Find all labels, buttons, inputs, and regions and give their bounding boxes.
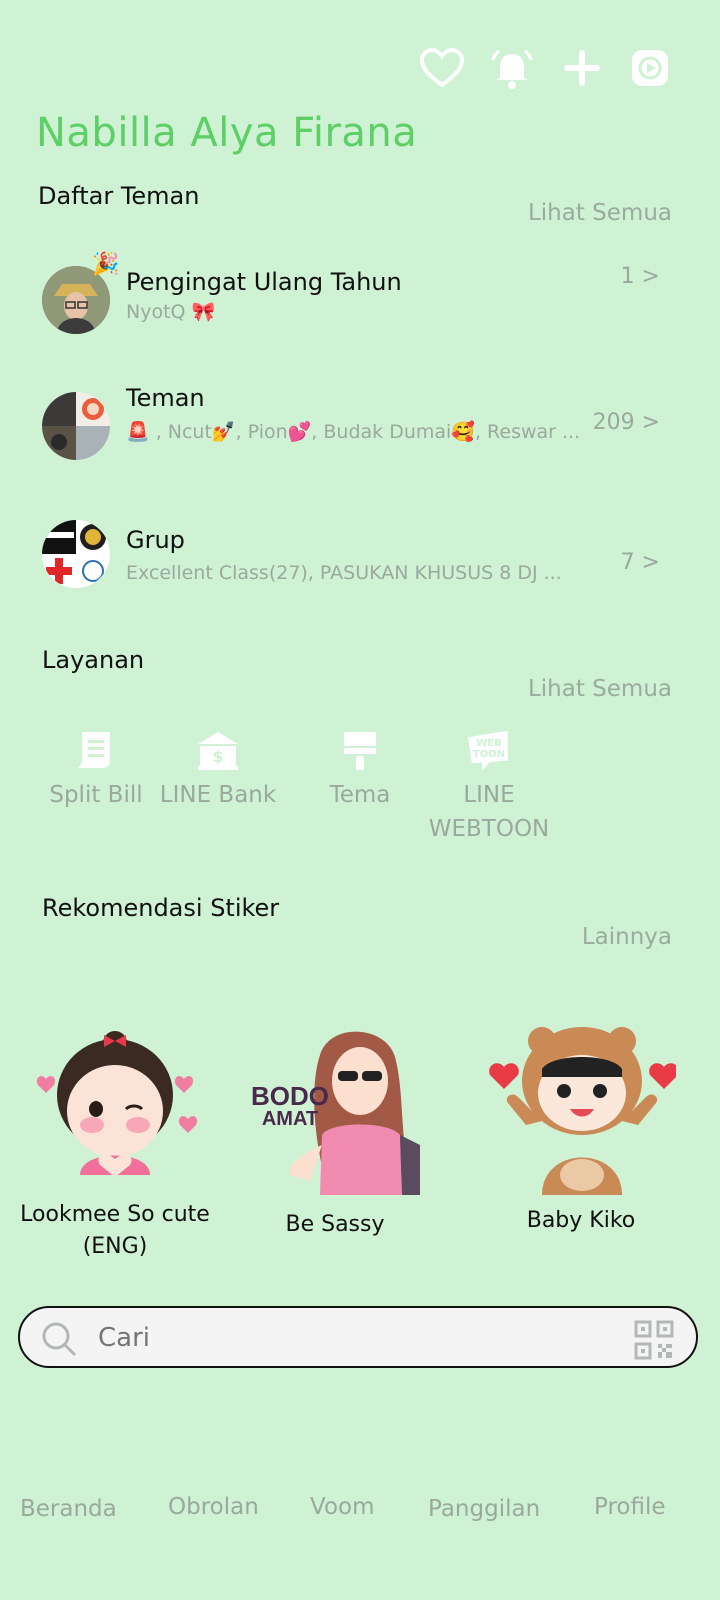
stickers-more-link[interactable]: Lainnya (582, 924, 672, 950)
service-label: Split Bill (49, 782, 143, 808)
nav-home[interactable]: Beranda (20, 1496, 117, 1522)
sticker-image (30, 1025, 200, 1195)
row-count: 209 > (592, 410, 660, 435)
row-subtitle: Excellent Class(27), PASUKAN KHUSUS 8 DJ… (126, 562, 562, 584)
sticker-image: BODO AMAT (250, 1025, 420, 1195)
svg-text:$: $ (212, 747, 223, 766)
groups-row[interactable]: Grup Excellent Class(27), PASUKAN KHUSUS… (0, 516, 720, 596)
plus-icon[interactable] (558, 44, 606, 92)
heart-icon[interactable] (418, 44, 466, 92)
svg-text:TOON: TOON (473, 749, 505, 760)
webtoon-icon: WEB TOON (463, 728, 515, 772)
line-bank-service[interactable]: $ LINE Bank (156, 728, 280, 812)
theme-service[interactable]: Tema (298, 728, 422, 812)
bank-icon: $ (196, 728, 240, 772)
friends-row[interactable]: Teman 🚨 , Ncut💅, Pion💕, Budak Dumai🥰, Re… (0, 384, 720, 464)
profile-name[interactable]: Nabilla Alya Firana (36, 110, 417, 156)
row-title: Grup (126, 526, 185, 554)
sticker-art-text: BODO (251, 1081, 329, 1111)
play-icon[interactable] (626, 44, 674, 92)
search-input[interactable] (96, 1318, 600, 1358)
service-label: Tema (329, 782, 391, 808)
bell-icon[interactable] (488, 44, 536, 92)
sticker-image (486, 1025, 679, 1195)
service-label: LINE WEBTOON (428, 782, 550, 842)
search-icon (40, 1320, 78, 1362)
sticker-lookmee[interactable]: Lookmee So cute (ENG) (20, 1025, 210, 1263)
services-see-all-link[interactable]: Lihat Semua (528, 676, 672, 702)
row-subtitle: 🚨 , Ncut💅, Pion💕, Budak Dumai🥰, Reswar .… (126, 421, 581, 443)
line-webtoon-service[interactable]: WEB TOON LINE WEBTOON (424, 728, 554, 846)
paint-roller-icon (338, 728, 382, 772)
svg-text:WEB: WEB (476, 738, 501, 749)
receipt-icon (74, 728, 118, 772)
sticker-label: Be Sassy (285, 1212, 385, 1237)
birthday-reminder-row[interactable]: 🎉 Pengingat Ulang Tahun NyotQ 🎀 1 > (0, 252, 720, 338)
sticker-baby-kiko[interactable]: Baby Kiko (486, 1025, 679, 1237)
sticker-art-text: AMAT (262, 1108, 318, 1130)
nav-chats[interactable]: Obrolan (168, 1494, 259, 1520)
nav-voom[interactable]: Voom (310, 1494, 375, 1520)
nav-calls[interactable]: Panggilan (428, 1496, 540, 1522)
sticker-label: Baby Kiko (526, 1208, 636, 1233)
friends-see-all-link[interactable]: Lihat Semua (528, 200, 672, 226)
service-label: LINE Bank (159, 782, 277, 808)
avatar-collage (42, 520, 110, 588)
friends-section-title: Daftar Teman (38, 182, 200, 210)
qr-code-icon[interactable] (634, 1320, 674, 1364)
nav-profile[interactable]: Profile (594, 1494, 666, 1520)
row-title: Teman (126, 384, 205, 412)
row-title: Pengingat Ulang Tahun (126, 268, 402, 296)
sticker-be-sassy[interactable]: BODO AMAT Be Sassy (240, 1025, 430, 1241)
row-count: 7 > (620, 550, 660, 575)
split-bill-service[interactable]: Split Bill (34, 728, 158, 812)
stickers-section-title: Rekomendasi Stiker (42, 894, 280, 922)
row-subtitle: NyotQ 🎀 (126, 301, 216, 323)
services-section-title: Layanan (42, 646, 145, 674)
sticker-label: Lookmee So cute (ENG) (20, 1202, 210, 1259)
search-bar[interactable] (18, 1306, 698, 1368)
row-count: 1 > (620, 264, 660, 289)
avatar-collage (42, 392, 110, 460)
party-icon: 🎉 (92, 252, 120, 277)
